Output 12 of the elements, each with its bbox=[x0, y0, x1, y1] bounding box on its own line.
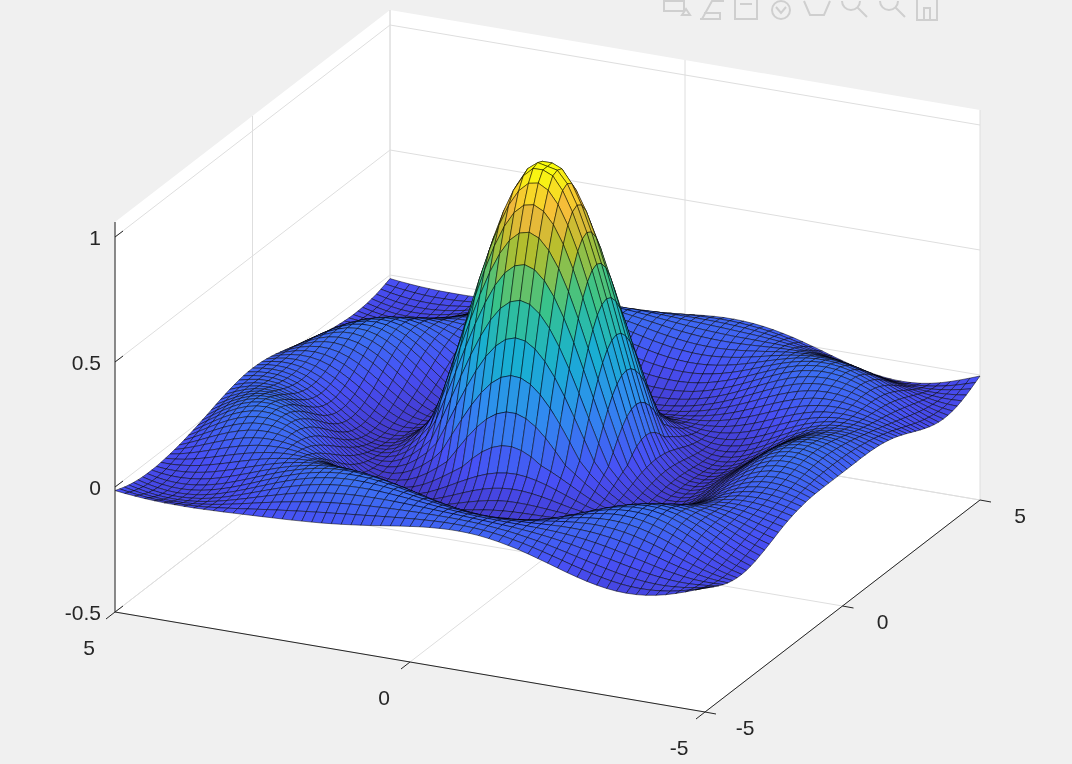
y-tick-label: 0 bbox=[876, 610, 889, 633]
z-tick-label: -0.5 bbox=[64, 601, 101, 624]
y-tick-label: 5 bbox=[1014, 504, 1026, 527]
z-tick-label: 0 bbox=[89, 476, 101, 499]
x-tick-label: -5 bbox=[669, 736, 689, 759]
x-tick-label: 0 bbox=[378, 686, 390, 709]
z-tick-label: 1 bbox=[89, 226, 101, 249]
y-tick-label: -5 bbox=[735, 716, 755, 739]
home-button[interactable] bbox=[914, 0, 940, 21]
x-tick-label: 5 bbox=[83, 636, 95, 659]
home-icon bbox=[914, 0, 940, 21]
z-tick-label: 0.5 bbox=[71, 351, 101, 374]
